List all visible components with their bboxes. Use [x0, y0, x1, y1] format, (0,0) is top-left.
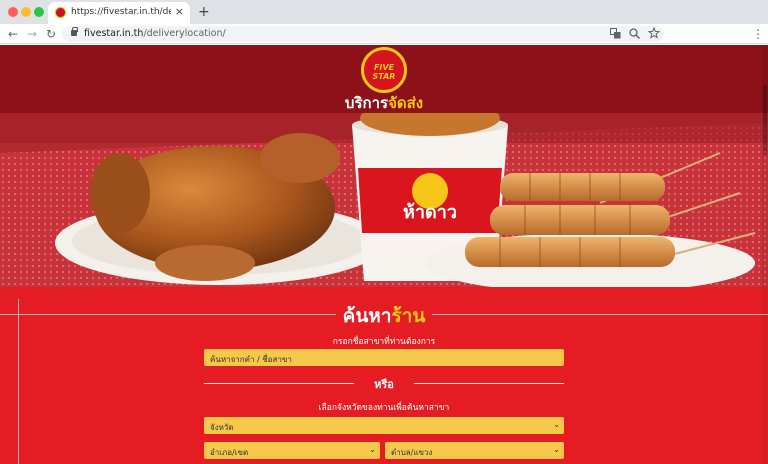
search-title: ค้นหาร้าน	[342, 305, 426, 327]
province-prompt: เลือกจังหวัดของท่านเพื่อค้นหาสาขา	[318, 403, 450, 413]
page-scrollbar[interactable]	[762, 45, 768, 464]
browser-toolbar: ← → ↻ fivestar.in.th/deliverylocation/	[0, 24, 768, 44]
service-title: บริการจัดส่ง	[344, 94, 424, 112]
new-tab-button[interactable]: +	[198, 3, 210, 21]
minimize-window-button[interactable]	[21, 7, 31, 17]
reload-button[interactable]: ↻	[46, 26, 56, 42]
tab-title: https://fivestar.in.th/deliverylo	[71, 7, 171, 17]
close-window-button[interactable]	[8, 7, 18, 17]
or-divider: หรือ	[204, 375, 564, 391]
star-icon[interactable]	[648, 27, 660, 39]
hero-food-image: ห้าดาว	[0, 113, 768, 287]
subdistrict-select[interactable]: ตำบล/แขวง ⌄	[385, 442, 564, 459]
browser-tab[interactable]: https://fivestar.in.th/deliverylo ×	[48, 2, 190, 24]
browser-tab-bar: https://fivestar.in.th/deliverylo × +	[0, 0, 768, 24]
browser-menu-button[interactable]: ⋮	[752, 27, 764, 41]
url-text: fivestar.in.th/deliverylocation/	[84, 28, 226, 39]
favicon-icon	[55, 7, 66, 18]
lock-icon	[71, 27, 78, 36]
district-select[interactable]: อำเภอ/เขต ⌄	[204, 442, 380, 459]
tab-close-button[interactable]: ×	[175, 5, 184, 19]
bucket-brand-text: ห้าดาว	[403, 202, 457, 223]
translate-icon[interactable]	[610, 28, 621, 39]
back-button[interactable]: ←	[8, 26, 18, 42]
branch-search-input[interactable]: ค้นหาจากคำ / ชื่อสาขา	[204, 349, 564, 366]
store-search-section: ค้นหาร้าน กรอกชื่อสาขาที่ท่านต้องการ ค้น…	[0, 287, 768, 464]
site-header: FIVE STAR บริการจัดส่ง	[0, 45, 768, 113]
food-illustration: ห้าดาว	[0, 113, 768, 287]
five-star-logo[interactable]: FIVE STAR	[361, 47, 407, 93]
address-bar[interactable]: fivestar.in.th/deliverylocation/	[62, 26, 664, 42]
branch-prompt: กรอกชื่อสาขาที่ท่านต้องการ	[332, 337, 436, 347]
chevron-down-icon: ⌄	[369, 445, 376, 454]
zoom-icon[interactable]	[629, 28, 640, 39]
chevron-down-icon: ⌄	[553, 420, 560, 429]
scrollbar-thumb[interactable]	[763, 85, 767, 155]
chevron-down-icon: ⌄	[553, 445, 560, 454]
province-select[interactable]: จังหวัด ⌄	[204, 417, 564, 434]
maximize-window-button[interactable]	[34, 7, 44, 17]
page-content: FIVE STAR บริการจัดส่ง ห้าดาว ค้นหาร้าน …	[0, 45, 768, 464]
or-label: หรือ	[374, 378, 394, 391]
forward-button[interactable]: →	[27, 26, 37, 42]
